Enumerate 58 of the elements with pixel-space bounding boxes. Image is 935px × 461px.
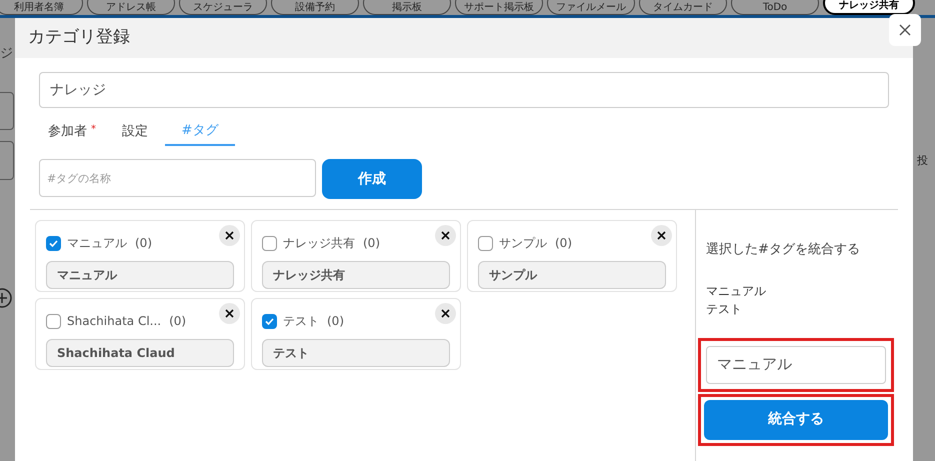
nav-tab[interactable]: アドレス帳: [87, 0, 175, 15]
close-icon: [899, 24, 911, 36]
check-icon: [48, 238, 59, 248]
merge-button[interactable]: 統合する: [704, 400, 888, 440]
tag-name-field[interactable]: サンプル: [478, 261, 666, 289]
tag-label: サンプル: [499, 235, 547, 252]
tag-count: (0): [135, 235, 152, 252]
close-button[interactable]: [889, 14, 921, 46]
delete-button[interactable]: [651, 225, 672, 246]
tag-count: (0): [327, 313, 344, 330]
create-button[interactable]: 作成: [322, 159, 422, 199]
delete-button[interactable]: [219, 303, 240, 324]
tag-label: ナレッジ共有: [283, 235, 355, 252]
tag-count: (0): [169, 313, 186, 330]
tag-name-field[interactable]: Shachihata Claud: [46, 339, 234, 367]
name-field[interactable]: ナレッジ: [39, 72, 889, 108]
close-icon: [225, 231, 234, 240]
tab[interactable]: 参加者 *: [39, 118, 105, 146]
close-icon: [225, 309, 234, 318]
tag-name-field[interactable]: ナレッジ共有: [262, 261, 450, 289]
delete-button[interactable]: [219, 225, 240, 246]
nav-tab[interactable]: 掲示板: [363, 0, 451, 15]
nav-tab[interactable]: ファイルメール: [547, 0, 635, 15]
tag-label: テスト: [283, 313, 319, 330]
selected-tag-text: テスト: [706, 300, 743, 318]
checkbox[interactable]: [262, 236, 277, 250]
tag-label: マニュアル: [67, 235, 127, 252]
checkbox[interactable]: [262, 314, 277, 328]
tag-count: (0): [363, 235, 380, 252]
selected-tag-text: マニュアル: [706, 282, 767, 300]
dialog-title: カテゴリ登録: [28, 26, 130, 50]
check-icon: [264, 316, 275, 326]
close-icon: [441, 231, 450, 240]
tag-name-field[interactable]: #タグの名称: [39, 159, 316, 197]
tab[interactable]: 設定: [113, 118, 157, 146]
nav-tab[interactable]: タイムカード: [639, 0, 727, 15]
delete-button[interactable]: [435, 225, 456, 246]
tab[interactable]: #タグ: [165, 118, 235, 146]
checkbox[interactable]: [46, 314, 61, 328]
merge-title: 選択した#タグを統合する: [705, 241, 861, 259]
tag-name-field[interactable]: テスト: [262, 339, 450, 367]
checkbox[interactable]: [46, 236, 61, 250]
required-mark: *: [91, 124, 96, 136]
nav-tab[interactable]: サポート掲示板: [455, 0, 543, 15]
delete-button[interactable]: [435, 303, 456, 324]
nav-tab[interactable]: スケジューラ: [179, 0, 267, 15]
close-icon: [657, 231, 666, 240]
checkbox[interactable]: [478, 236, 493, 250]
tag-count: (0): [555, 235, 572, 252]
page-text: ジ: [0, 45, 13, 63]
merge-name-field[interactable]: マニュアル: [706, 346, 886, 384]
page-text: 投: [917, 153, 928, 169]
tag-label: Shachihata Cl...: [67, 313, 162, 330]
nav-tab[interactable]: 設備予約: [271, 0, 359, 15]
nav-tab[interactable]: ToDo: [731, 0, 819, 15]
close-icon: [441, 309, 450, 318]
tag-name-field[interactable]: マニュアル: [46, 261, 234, 289]
nav-tab[interactable]: 利用者名簿: [0, 0, 83, 15]
